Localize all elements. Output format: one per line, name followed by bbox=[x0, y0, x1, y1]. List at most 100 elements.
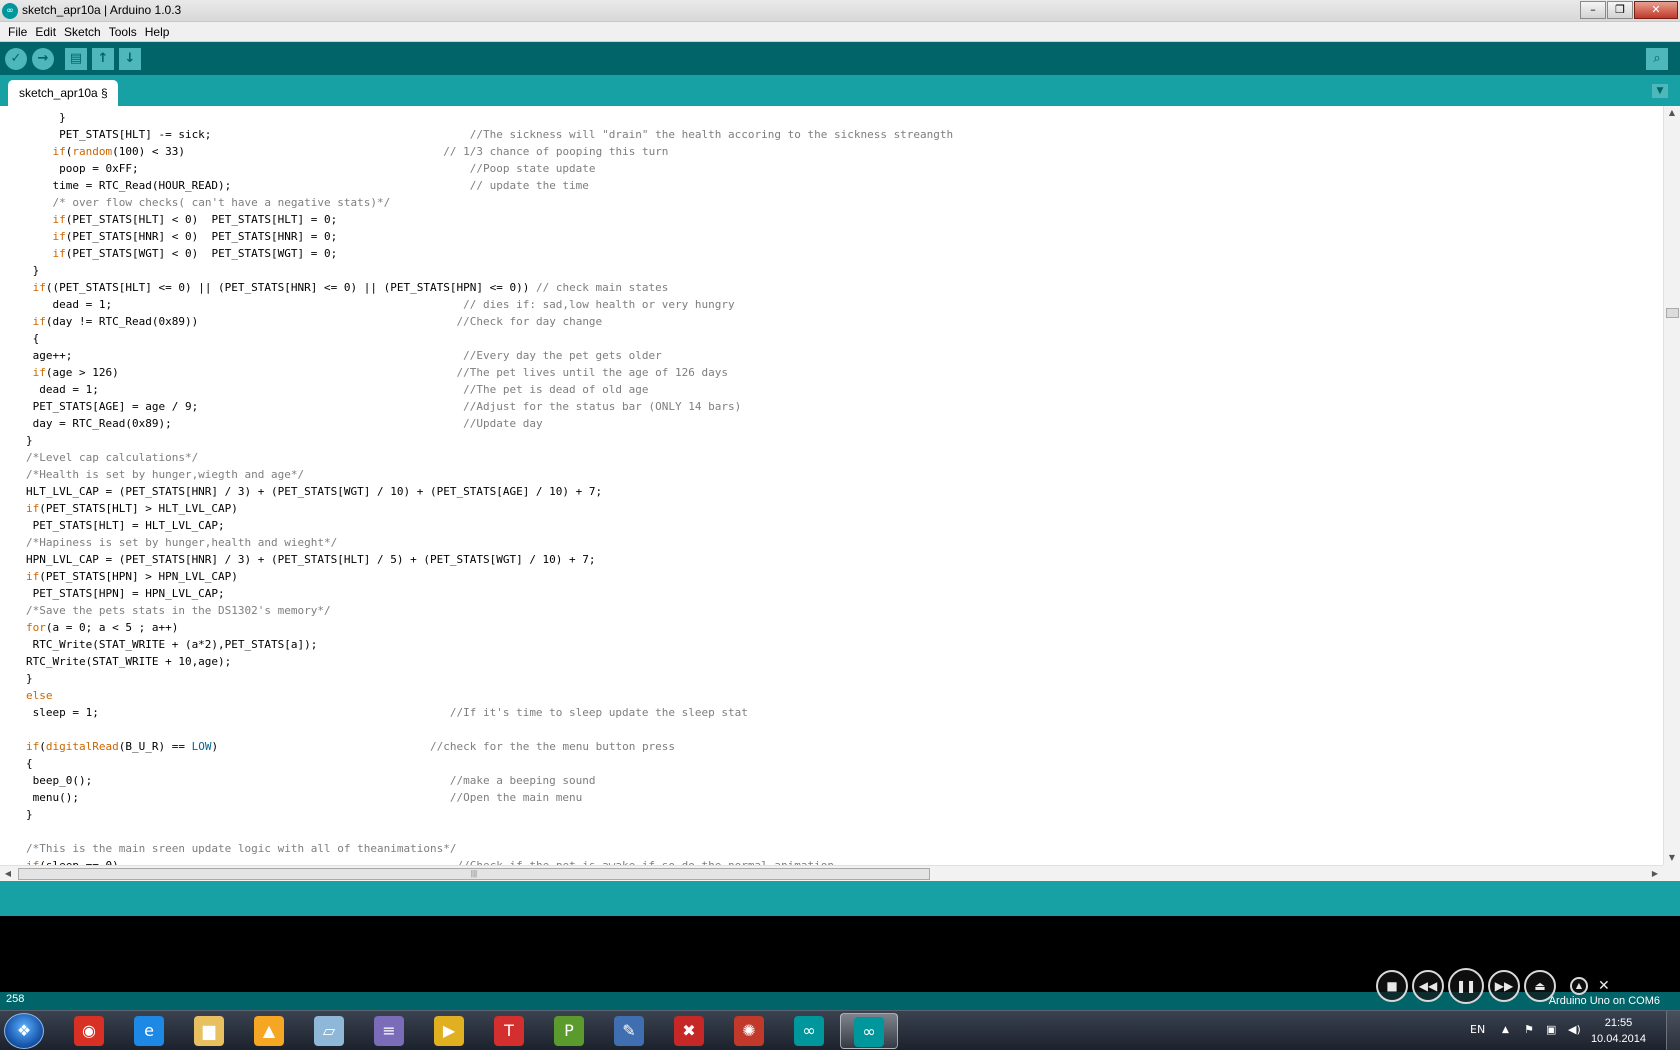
code-line[interactable]: { bbox=[26, 330, 953, 347]
taskbar-app[interactable]: ▱ bbox=[300, 1013, 358, 1049]
maximize-button[interactable]: ❐ bbox=[1607, 1, 1633, 19]
code-line[interactable]: poop = 0xFF; //Poop state update bbox=[26, 160, 953, 177]
code-line[interactable]: if(PET_STATS[WGT] < 0) PET_STATS[WGT] = … bbox=[26, 245, 953, 262]
tab-menu-button[interactable]: ▼ bbox=[1652, 84, 1668, 98]
code-line[interactable]: /*Health is set by hunger,wiegth and age… bbox=[26, 466, 953, 483]
code-line[interactable]: PET_STATS[HLT] -= sick; //The sickness w… bbox=[26, 126, 953, 143]
code-line[interactable]: HLT_LVL_CAP = (PET_STATS[HNR] / 3) + (PE… bbox=[26, 483, 953, 500]
taskbar-app[interactable]: ∞ bbox=[840, 1013, 898, 1049]
code-line[interactable]: /*This is the main sreen update logic wi… bbox=[26, 840, 953, 857]
close-icon[interactable]: ✕ bbox=[1598, 978, 1610, 994]
start-button[interactable]: ❖ bbox=[4, 1013, 44, 1049]
code-line[interactable]: if(day != RTC_Read(0x89)) //Check for da… bbox=[26, 313, 953, 330]
menu-edit[interactable]: Edit bbox=[31, 25, 60, 39]
code-line[interactable]: if(PET_STATS[HNR] < 0) PET_STATS[HNR] = … bbox=[26, 228, 953, 245]
scroll-left-icon[interactable]: ◀ bbox=[0, 866, 16, 882]
taskbar-app[interactable]: T bbox=[480, 1013, 538, 1049]
code-line[interactable]: for(a = 0; a < 5 ; a++) bbox=[26, 619, 953, 636]
code-editor[interactable]: } PET_STATS[HLT] -= sick; //The sickness… bbox=[0, 106, 1663, 865]
code-line[interactable]: } bbox=[26, 432, 953, 449]
tab-sketch[interactable]: sketch_apr10a § bbox=[8, 80, 118, 106]
taskbar-app[interactable]: P bbox=[540, 1013, 598, 1049]
open-button[interactable]: ↑ bbox=[92, 48, 114, 70]
taskbar-app[interactable]: ▲ bbox=[240, 1013, 298, 1049]
code-line[interactable]: menu(); //Open the main menu bbox=[26, 789, 953, 806]
taskbar-app[interactable]: e bbox=[120, 1013, 178, 1049]
eject-icon[interactable]: ⏏ bbox=[1524, 970, 1556, 1002]
rewind-icon[interactable]: ◀◀ bbox=[1412, 970, 1444, 1002]
code-line[interactable]: RTC_Write(STAT_WRITE + 10,age); bbox=[26, 653, 953, 670]
code-line[interactable]: /*Save the pets stats in the DS1302's me… bbox=[26, 602, 953, 619]
code-line[interactable]: time = RTC_Read(HOUR_READ); // update th… bbox=[26, 177, 953, 194]
close-button[interactable]: ✕ bbox=[1634, 1, 1678, 19]
code-line[interactable]: /* over flow checks( can't have a negati… bbox=[26, 194, 953, 211]
menu-file[interactable]: File bbox=[4, 25, 31, 39]
taskbar-app[interactable]: ≡ bbox=[360, 1013, 418, 1049]
code-line[interactable]: dead = 1; //The pet is dead of old age bbox=[26, 381, 953, 398]
scroll-down-icon[interactable]: ▼ bbox=[1664, 851, 1680, 865]
code-line[interactable]: /*Level cap calculations*/ bbox=[26, 449, 953, 466]
stop-icon[interactable]: ■ bbox=[1376, 970, 1408, 1002]
fast-forward-icon[interactable]: ▶▶ bbox=[1488, 970, 1520, 1002]
code-line[interactable] bbox=[26, 721, 953, 738]
code-line[interactable]: HPN_LVL_CAP = (PET_STATS[HNR] / 3) + (PE… bbox=[26, 551, 953, 568]
taskbar-app[interactable]: ▶ bbox=[420, 1013, 478, 1049]
show-desktop-button[interactable] bbox=[1666, 1011, 1680, 1050]
code-line[interactable]: if(PET_STATS[HPN] > HPN_LVL_CAP) bbox=[26, 568, 953, 585]
code-line[interactable]: } bbox=[26, 670, 953, 687]
volume-icon[interactable]: ◀) bbox=[1568, 1023, 1581, 1036]
menu-help[interactable]: Help bbox=[141, 25, 174, 39]
save-button[interactable]: ↓ bbox=[119, 48, 141, 70]
code-line[interactable]: /*Hapiness is set by hunger,health and w… bbox=[26, 534, 953, 551]
code-line[interactable]: if(PET_STATS[HLT] < 0) PET_STATS[HLT] = … bbox=[26, 211, 953, 228]
taskbar-app[interactable]: ✎ bbox=[600, 1013, 658, 1049]
horizontal-scroll-thumb[interactable]: ||| bbox=[18, 868, 930, 880]
minimize-button[interactable]: – bbox=[1580, 1, 1606, 19]
code-line[interactable]: age++; //Every day the pet gets older bbox=[26, 347, 953, 364]
code-line[interactable] bbox=[26, 823, 953, 840]
code-text[interactable]: } PET_STATS[HLT] -= sick; //The sickness… bbox=[26, 109, 953, 865]
code-line[interactable]: if(random(100) < 33) // 1/3 chance of po… bbox=[26, 143, 953, 160]
code-line[interactable]: PET_STATS[HLT] = HLT_LVL_CAP; bbox=[26, 517, 953, 534]
upload-button[interactable]: → bbox=[32, 48, 54, 70]
vertical-scrollbar[interactable]: ▲ ▼ bbox=[1663, 106, 1680, 865]
code-line[interactable]: else bbox=[26, 687, 953, 704]
language-indicator[interactable]: EN bbox=[1470, 1023, 1485, 1036]
menu-tools[interactable]: Tools bbox=[105, 25, 141, 39]
network-icon[interactable]: ▣ bbox=[1546, 1023, 1556, 1036]
code-line[interactable]: RTC_Write(STAT_WRITE + (a*2),PET_STATS[a… bbox=[26, 636, 953, 653]
code-line[interactable]: dead = 1; // dies if: sad,low health or … bbox=[26, 296, 953, 313]
show-hidden-icons-icon[interactable]: ▲ bbox=[1502, 1025, 1509, 1035]
menu-sketch[interactable]: Sketch bbox=[60, 25, 105, 39]
taskbar-app[interactable]: ✖ bbox=[660, 1013, 718, 1049]
code-line[interactable]: if(digitalRead(B_U_R) == LOW) //check fo… bbox=[26, 738, 953, 755]
code-line[interactable]: } bbox=[26, 806, 953, 823]
expand-icon[interactable]: ▲ bbox=[1570, 977, 1588, 995]
taskbar-app[interactable]: ◉ bbox=[60, 1013, 118, 1049]
code-line[interactable]: beep_0(); //make a beeping sound bbox=[26, 772, 953, 789]
code-line[interactable]: PET_STATS[HPN] = HPN_LVL_CAP; bbox=[26, 585, 953, 602]
code-line[interactable]: sleep = 1; //If it's time to sleep updat… bbox=[26, 704, 953, 721]
clock[interactable]: 21:55 10.04.2014 bbox=[1591, 1015, 1646, 1047]
code-line[interactable]: PET_STATS[AGE] = age / 9; //Adjust for t… bbox=[26, 398, 953, 415]
horizontal-scrollbar[interactable]: ◀ ||| ▶ bbox=[0, 865, 1663, 881]
scroll-right-icon[interactable]: ▶ bbox=[1647, 866, 1663, 882]
taskbar-app[interactable]: ✺ bbox=[720, 1013, 778, 1049]
taskbar-app[interactable]: ∞ bbox=[780, 1013, 838, 1049]
code-line[interactable]: if(PET_STATS[HLT] > HLT_LVL_CAP) bbox=[26, 500, 953, 517]
vertical-scroll-thumb[interactable] bbox=[1666, 308, 1679, 318]
serial-monitor-button[interactable]: ⌕ bbox=[1646, 48, 1668, 70]
new-button[interactable]: ▤ bbox=[65, 48, 87, 70]
pause-icon[interactable]: ❚❚ bbox=[1448, 968, 1484, 1004]
code-line[interactable]: if((PET_STATS[HLT] <= 0) || (PET_STATS[H… bbox=[26, 279, 953, 296]
verify-button[interactable]: ✓ bbox=[5, 48, 27, 70]
code-line[interactable]: if(age > 126) //The pet lives until the … bbox=[26, 364, 953, 381]
code-line[interactable]: } bbox=[26, 109, 953, 126]
code-line[interactable]: if(sleep == 0) //Check if the pet is awa… bbox=[26, 857, 953, 865]
scroll-up-icon[interactable]: ▲ bbox=[1664, 106, 1680, 120]
code-line[interactable]: } bbox=[26, 262, 953, 279]
code-line[interactable]: { bbox=[26, 755, 953, 772]
taskbar-app[interactable]: ▆ bbox=[180, 1013, 238, 1049]
code-line[interactable]: day = RTC_Read(0x89); //Update day bbox=[26, 415, 953, 432]
action-center-flag-icon[interactable]: ⚑ bbox=[1524, 1023, 1534, 1036]
